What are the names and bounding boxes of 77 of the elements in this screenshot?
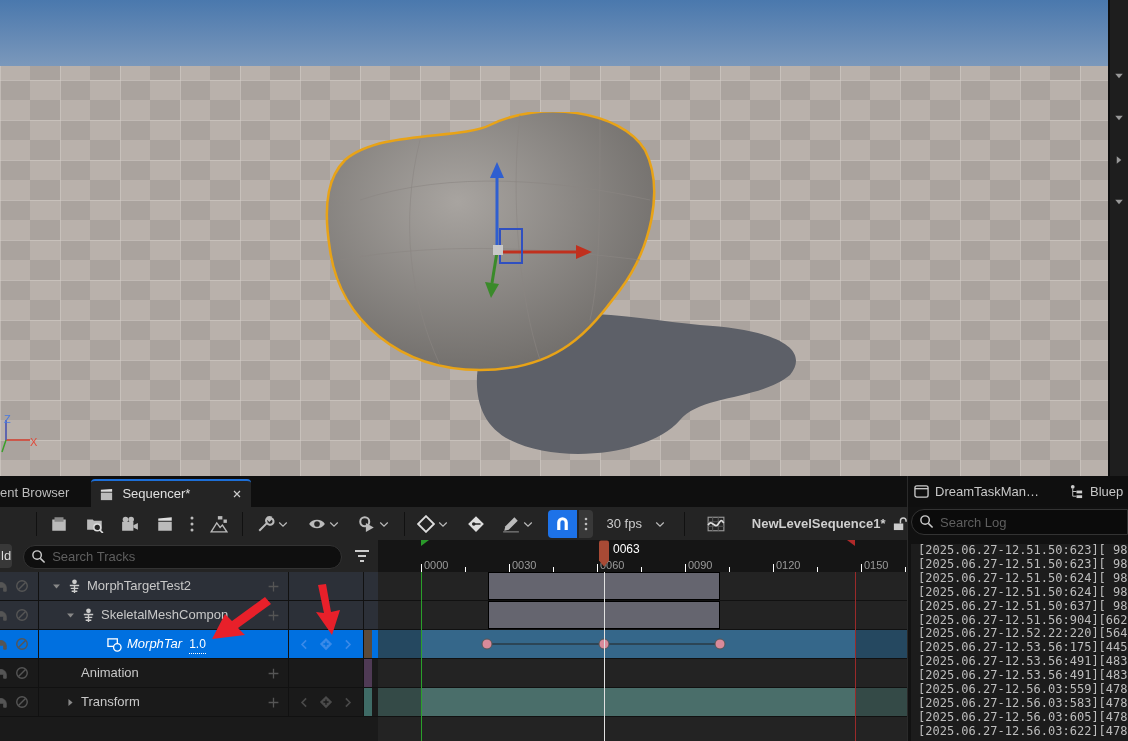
log-line: [2025.06.27-12.56.03:559][478 (918, 683, 1128, 697)
panel-tab[interactable]: ent Browser (0, 479, 82, 507)
clapperboard-icon (99, 486, 115, 502)
log-line: [2025.06.27-12.51.50:637][ 98 (918, 599, 1128, 614)
log-line: [2025.06.27-12.51.50:624][ 98 (918, 571, 1128, 586)
add-icon[interactable] (267, 666, 280, 680)
log-line: [2025.06.27-12.51.56:904][662 (918, 613, 1128, 627)
curve-editor-icon (707, 514, 726, 533)
window-icon (914, 484, 929, 499)
keyframe-curve-drawing[interactable] (481, 638, 726, 650)
tick-label: 0150 (864, 560, 889, 571)
add-icon[interactable] (267, 608, 280, 622)
add-icon[interactable] (267, 579, 280, 593)
track-name: MorphTar (127, 635, 183, 654)
collapse-caret-icon[interactable] (65, 696, 76, 708)
track-name: Animation (81, 664, 139, 683)
track-row[interactable]: Transform (0, 688, 378, 717)
track-row[interactable]: SkeletalMeshCompon (0, 601, 378, 630)
log-line: [2025.06.27-12.56.03:605][478 (918, 710, 1128, 725)
log-line: [2025.06.27-12.52.22:220][564 (918, 627, 1128, 641)
snap-options-button[interactable] (578, 509, 593, 538)
panel-tab[interactable]: Bluep (1069, 481, 1124, 502)
track-row[interactable]: Animation (0, 659, 378, 688)
tick-label: 0000 (424, 560, 449, 571)
log-line: [2025.06.27-12.53.56:175][445 (918, 641, 1128, 655)
track-name: Transform (81, 693, 140, 712)
log-line: [2025.06.27-12.51.50:623][ 98 (918, 544, 1128, 558)
skeleton-icon (67, 578, 82, 594)
frame-rate-dropdown[interactable]: 30 fps (594, 509, 678, 538)
clapperboard-icon (155, 514, 174, 533)
search-icon (31, 549, 47, 564)
log-line: [2025.06.27-12.53.56:491][483 (918, 669, 1128, 683)
log-line: [2025.06.27-12.56.03:622][478 (918, 724, 1128, 739)
log-line: [2025.06.27-12.53.56:491][483 (918, 655, 1128, 669)
sequence-name: NewLevelSequence1* (751, 514, 886, 533)
panel-tab[interactable]: DreamTaskMan… (914, 481, 1040, 502)
disable-icon[interactable] (15, 695, 29, 709)
disable-icon[interactable] (15, 666, 29, 680)
diamond-icon (416, 514, 435, 533)
log-line: [2025.06.27-12.51.50:623][ 98 (918, 557, 1128, 572)
axis-label: Z (4, 414, 11, 425)
lock-toggle[interactable] (891, 515, 908, 532)
more-options-icon (189, 515, 194, 532)
end-marker-icon (847, 540, 855, 546)
filter-icon[interactable] (354, 548, 370, 564)
disable-icon[interactable] (15, 608, 29, 622)
axis-label: X (30, 437, 38, 448)
pencil-icon (502, 514, 521, 533)
search-icon (919, 514, 934, 529)
track-row[interactable]: MorphTargetTest2 (0, 572, 378, 601)
add-key-icon[interactable] (319, 695, 333, 709)
snap-toggle[interactable] (547, 509, 577, 538)
tick-label: 0090 (688, 560, 713, 571)
track-name: SkeletalMeshCompon (101, 606, 229, 625)
save-icon (50, 514, 69, 533)
search-tracks-field[interactable]: Search Tracks (23, 544, 342, 569)
node-graph-icon (1069, 484, 1085, 499)
unlock-icon (891, 516, 907, 531)
add-icon[interactable] (267, 695, 280, 709)
morph-target-icon (107, 636, 122, 652)
disable-icon[interactable] (15, 579, 29, 593)
tick-label: 0120 (776, 560, 801, 571)
track-row[interactable]: MorphTar 1.0 (0, 630, 378, 659)
track-name: MorphTargetTest2 (87, 577, 192, 596)
value-field[interactable]: 1.0 (189, 634, 206, 654)
section-bar[interactable] (488, 572, 720, 600)
panel-tab[interactable]: Sequencer* (91, 479, 252, 507)
search-log-field[interactable]: Search Log (911, 509, 1128, 535)
add-track-button[interactable]: ld (0, 544, 13, 568)
section-bar[interactable] (488, 601, 720, 629)
log-line: [2025.06.27-12.56.03:583][478 (918, 696, 1128, 711)
playhead-time: 0063 (613, 541, 640, 558)
camera-icon (120, 514, 139, 533)
tick-label: 0030 (512, 560, 537, 571)
log-line: [2025.06.27-12.51.50:624][ 98 (918, 585, 1128, 600)
skeleton-icon (81, 607, 96, 623)
hierarchy-icon (210, 514, 229, 533)
